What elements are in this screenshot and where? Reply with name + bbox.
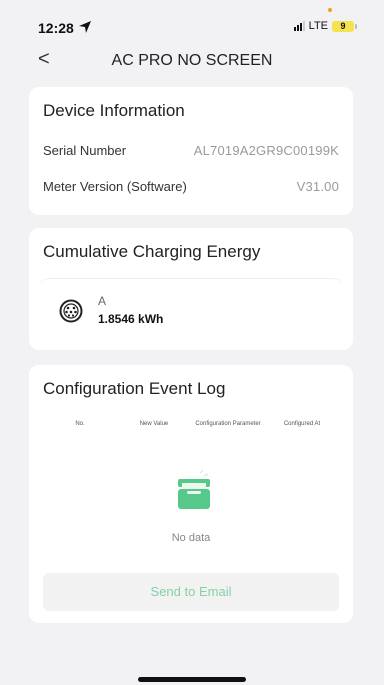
status-right: LTE 9 bbox=[293, 20, 357, 32]
home-indicator bbox=[138, 677, 246, 682]
serial-number-row: Serial Number AL7019A2GR9C00199K bbox=[43, 143, 339, 158]
serial-number-value: AL7019A2GR9C00199K bbox=[193, 143, 339, 158]
config-log-title: Configuration Event Log bbox=[43, 379, 226, 398]
device-info-card: Device Information Serial Number AL7019A… bbox=[29, 87, 353, 215]
status-bar: 12:28 LTE 9 bbox=[0, 0, 384, 44]
meter-version-value: V31.00 bbox=[296, 179, 339, 194]
column-header: Configuration Parameter bbox=[195, 421, 261, 427]
meter-version-row: Meter Version (Software) V31.00 bbox=[43, 179, 339, 194]
status-time: 12:28 bbox=[38, 20, 74, 36]
privacy-indicator-dot bbox=[328, 8, 332, 12]
empty-box-icon bbox=[178, 469, 210, 509]
empty-state-text: No data bbox=[171, 532, 211, 544]
send-to-email-button[interactable]: Send to Email bbox=[43, 573, 339, 611]
type2-plug-icon bbox=[59, 299, 83, 323]
page-title: AC PRO NO SCREEN bbox=[111, 52, 273, 69]
channel-label: A bbox=[98, 294, 107, 308]
energy-value: 1.8546 kWh bbox=[98, 312, 164, 326]
column-header: Configured At bbox=[283, 421, 321, 427]
battery-icon: 9 bbox=[332, 20, 357, 32]
device-info-title: Device Information bbox=[43, 101, 185, 120]
nav-header: < AC PRO NO SCREEN bbox=[0, 44, 384, 80]
meter-version-label: Meter Version (Software) bbox=[43, 179, 187, 194]
log-table-header: No. New Value Configuration Parameter Co… bbox=[43, 421, 339, 427]
serial-number-label: Serial Number bbox=[43, 143, 127, 158]
location-arrow-icon bbox=[79, 21, 91, 33]
network-label: LTE bbox=[308, 20, 328, 32]
column-header: New Value bbox=[139, 421, 169, 427]
cumulative-energy-title: Cumulative Charging Energy bbox=[43, 242, 261, 261]
energy-item: A 1.8546 kWh bbox=[39, 278, 343, 341]
signal-icon bbox=[293, 21, 305, 31]
config-log-card: Configuration Event Log No. New Value Co… bbox=[29, 365, 353, 623]
column-header: No. bbox=[75, 421, 85, 427]
cumulative-energy-card: Cumulative Charging Energy A 1.8546 kWh bbox=[29, 228, 353, 350]
